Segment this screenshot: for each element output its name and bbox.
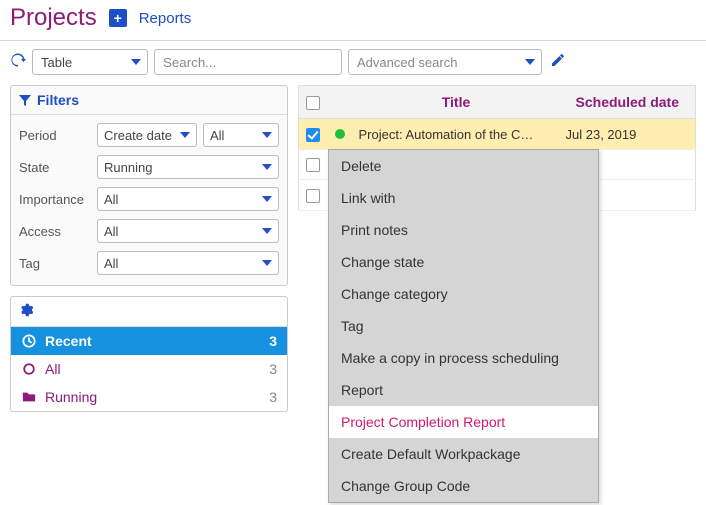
- access-select[interactable]: All: [97, 219, 279, 243]
- chevron-down-icon: [262, 228, 272, 234]
- row-checkbox[interactable]: [306, 158, 320, 172]
- chevron-down-icon: [262, 132, 272, 138]
- edit-search-icon[interactable]: [550, 52, 566, 73]
- chevron-down-icon: [262, 260, 272, 266]
- context-menu-item[interactable]: Change category: [329, 278, 598, 310]
- status-dot-icon: [335, 129, 345, 139]
- chevron-down-icon: [180, 132, 190, 138]
- context-menu-item[interactable]: Link with: [329, 182, 598, 214]
- column-header-date[interactable]: Scheduled date: [560, 86, 696, 119]
- row-date: Jul 23, 2019: [560, 119, 696, 150]
- chevron-down-icon: [262, 164, 272, 170]
- advanced-search-label: Advanced search: [357, 55, 457, 70]
- quick-filter-count: 3: [269, 389, 277, 405]
- filter-label-access: Access: [19, 224, 91, 239]
- quick-filter-all[interactable]: All 3: [11, 355, 287, 383]
- folder-icon: [21, 390, 37, 404]
- context-menu-item[interactable]: Make a copy in process scheduling: [329, 342, 598, 374]
- filter-label-state: State: [19, 160, 91, 175]
- context-menu-item[interactable]: Project Completion Report: [329, 406, 598, 438]
- table-row[interactable]: Project: Automation of the C…Jul 23, 201…: [299, 119, 696, 150]
- quick-filters-panel: Recent 3 All 3 Running 3: [10, 296, 288, 412]
- view-mode-value: Table: [41, 55, 72, 70]
- filter-label-period: Period: [19, 128, 91, 143]
- add-project-button[interactable]: +: [109, 9, 127, 27]
- quick-filter-label: Running: [45, 389, 97, 405]
- tag-select[interactable]: All: [97, 251, 279, 275]
- refresh-icon[interactable]: [10, 52, 26, 73]
- reports-link[interactable]: Reports: [139, 10, 192, 27]
- chevron-down-icon: [131, 59, 141, 65]
- context-menu-item[interactable]: Print notes: [329, 214, 598, 246]
- chevron-down-icon: [262, 196, 272, 202]
- row-checkbox[interactable]: [306, 128, 320, 142]
- state-select[interactable]: Running: [97, 155, 279, 179]
- circle-icon: [21, 362, 37, 376]
- quick-filter-label: Recent: [45, 333, 92, 349]
- filters-title: Filters: [37, 92, 79, 108]
- quick-filter-count: 3: [269, 333, 277, 349]
- page-title: Projects: [10, 4, 97, 32]
- filter-icon: [19, 94, 31, 106]
- row-checkbox[interactable]: [306, 189, 320, 203]
- period-value-select[interactable]: All: [203, 123, 279, 147]
- context-menu: DeleteLink withPrint notesChange stateCh…: [328, 149, 599, 503]
- row-title: Project: Automation of the C…: [353, 119, 560, 150]
- context-menu-item[interactable]: Change Group Code: [329, 470, 598, 502]
- clock-icon: [21, 334, 37, 348]
- view-mode-select[interactable]: Table: [32, 49, 148, 75]
- quick-filter-count: 3: [269, 361, 277, 377]
- context-menu-item[interactable]: Create Default Workpackage: [329, 438, 598, 470]
- advanced-search-select[interactable]: Advanced search: [348, 49, 542, 75]
- gear-icon[interactable]: [19, 304, 33, 320]
- filters-panel: Filters Period Create date All State Run…: [10, 85, 288, 286]
- importance-select[interactable]: All: [97, 187, 279, 211]
- chevron-down-icon: [525, 59, 535, 65]
- quick-filter-label: All: [45, 361, 61, 377]
- context-menu-item[interactable]: Change state: [329, 246, 598, 278]
- quick-filter-recent[interactable]: Recent 3: [11, 327, 287, 355]
- search-input[interactable]: [154, 49, 342, 75]
- context-menu-item[interactable]: Tag: [329, 310, 598, 342]
- quick-filter-running[interactable]: Running 3: [11, 383, 287, 411]
- context-menu-item[interactable]: Report: [329, 374, 598, 406]
- filter-label-importance: Importance: [19, 192, 91, 207]
- context-menu-item[interactable]: Delete: [329, 150, 598, 182]
- filter-label-tag: Tag: [19, 256, 91, 271]
- period-field-select[interactable]: Create date: [97, 123, 197, 147]
- select-all-checkbox[interactable]: [306, 96, 320, 110]
- column-header-title[interactable]: Title: [353, 86, 560, 119]
